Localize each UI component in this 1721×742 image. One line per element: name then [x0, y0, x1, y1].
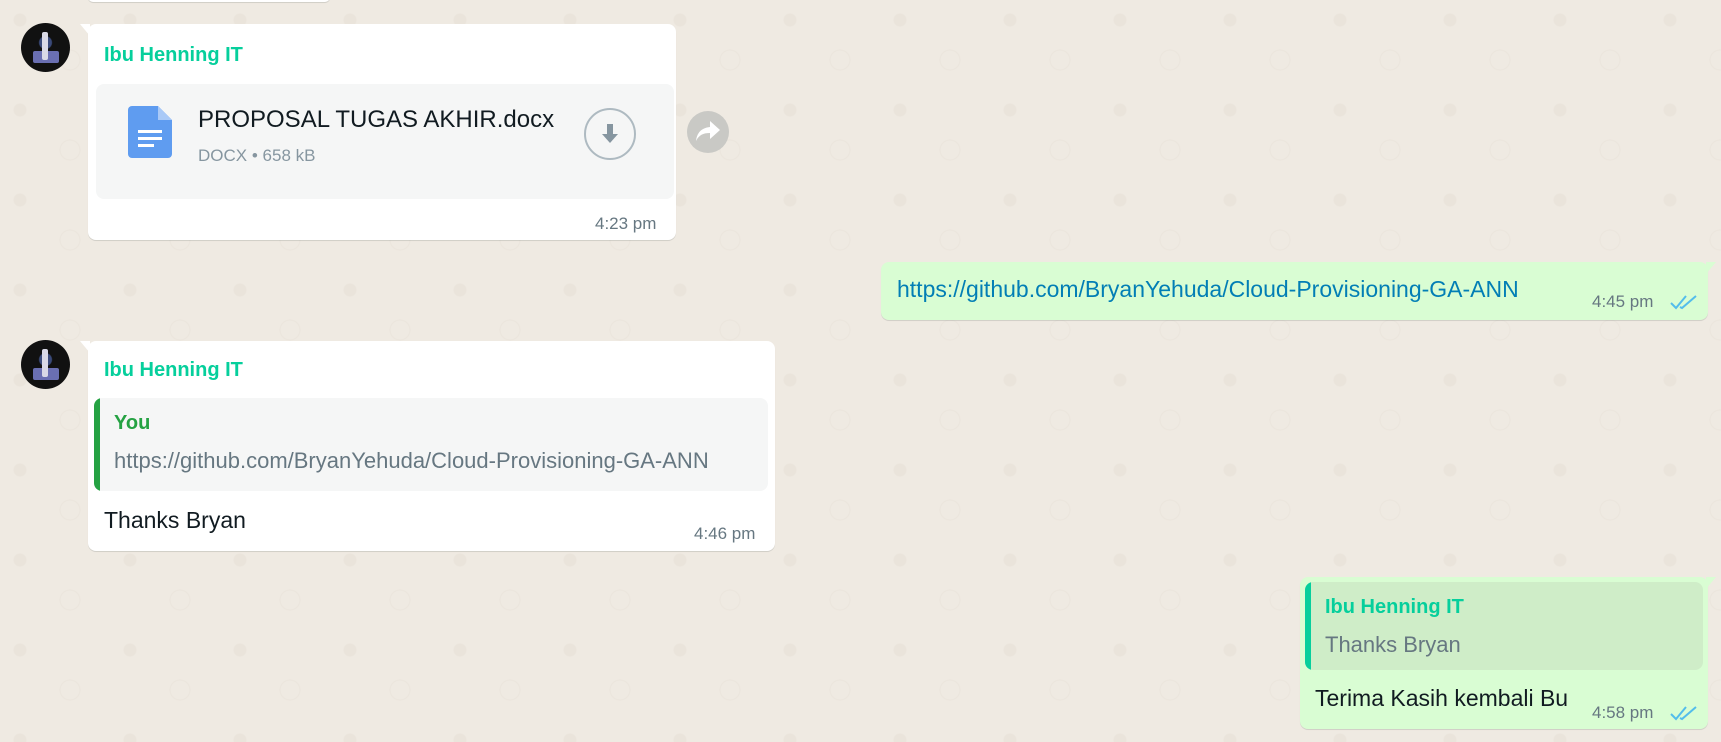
sender-name[interactable]: Ibu Henning IT — [104, 359, 243, 382]
double-check-read-icon — [1670, 706, 1697, 721]
previous-message-bubble[interactable] — [88, 0, 330, 2]
download-button[interactable] — [584, 108, 636, 160]
forward-button[interactable] — [687, 111, 729, 153]
document-type: DOCX — [198, 146, 248, 165]
quoted-message[interactable]: You https://github.com/BryanYehuda/Cloud… — [94, 398, 768, 491]
document-size: 658 kB — [262, 146, 316, 165]
document-icon — [128, 106, 172, 158]
quote-text: Thanks Bryan — [1325, 632, 1461, 657]
quote-author: You — [114, 412, 151, 434]
message-time: 4:23 pm — [595, 214, 657, 233]
message-text: Terima Kasih kembali Bu — [1315, 685, 1569, 711]
sender-name[interactable]: Ibu Henning IT — [104, 44, 243, 67]
contact-avatar[interactable] — [21, 340, 70, 389]
quote-bar — [94, 398, 100, 491]
message-bubble-document[interactable]: Ibu Henning IT PROPOSAL TUGAS AKHIR.docx… — [80, 24, 676, 240]
message-bubble-link[interactable]: https://github.com/BryanYehuda/Cloud-Pro… — [881, 262, 1716, 320]
meta-separator: • — [251, 146, 258, 165]
bubble-tail — [80, 24, 90, 36]
bubble-tail — [80, 341, 90, 353]
message-text: Thanks Bryan — [104, 507, 246, 533]
document-name: PROPOSAL TUGAS AKHIR.docx — [198, 106, 555, 133]
message-link[interactable]: https://github.com/BryanYehuda/Cloud-Pro… — [897, 276, 1519, 303]
quoted-message[interactable]: Ibu Henning IT Thanks Bryan — [1305, 582, 1703, 670]
document-meta: DOCX • 658 kB — [198, 146, 315, 166]
message-time: 4:46 pm — [694, 524, 756, 543]
quote-author: Ibu Henning IT — [1325, 596, 1464, 618]
bubble-tail — [1706, 577, 1716, 589]
double-check-read-icon — [1670, 295, 1697, 310]
quote-bar — [1305, 582, 1311, 670]
forward-icon — [696, 121, 720, 141]
contact-avatar[interactable] — [21, 23, 70, 72]
message-bubble-reply[interactable]: Ibu Henning IT You https://github.com/Br… — [80, 341, 775, 551]
quote-text: https://github.com/BryanYehuda/Cloud-Pro… — [114, 448, 709, 473]
message-bubble-reply-outgoing[interactable]: Ibu Henning IT Thanks Bryan Terima Kasih… — [1300, 577, 1716, 729]
download-icon — [602, 124, 618, 143]
message-time: 4:45 pm — [1592, 292, 1654, 311]
message-time: 4:58 pm — [1592, 703, 1654, 722]
bubble-tail — [1706, 262, 1716, 274]
document-attachment[interactable]: PROPOSAL TUGAS AKHIR.docx DOCX • 658 kB — [96, 84, 674, 199]
